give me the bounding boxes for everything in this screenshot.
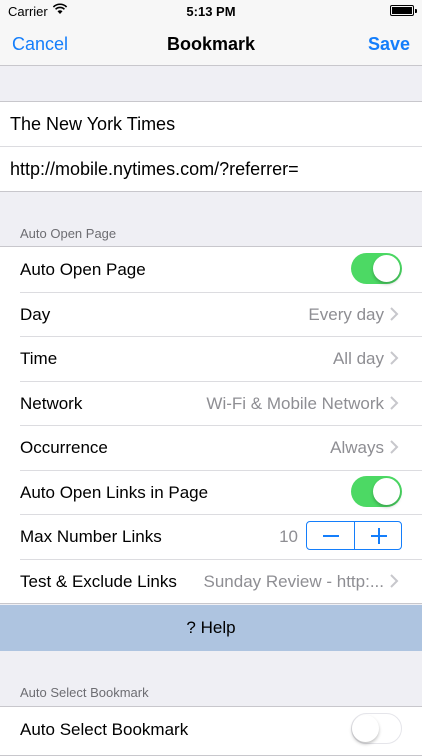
row-label: Auto Select Bookmark (20, 720, 189, 739)
row-label: Test & Exclude Links (20, 571, 177, 591)
row-value: Wi-Fi & Mobile Network (206, 393, 384, 413)
section-header-auto-open: Auto Open Page (20, 226, 117, 241)
row-network[interactable]: Network Wi-Fi & Mobile Network (0, 380, 422, 426)
chevron-right-icon (388, 438, 402, 456)
auto-open-links-toggle[interactable] (351, 475, 402, 507)
row-value: Always (330, 438, 384, 457)
row-label: Auto Open Links in Page (20, 482, 209, 502)
minus-icon (323, 535, 339, 537)
stepper-increment-button[interactable] (353, 522, 402, 549)
auto-open-settings: Auto Open Page Day Every day Time All da… (0, 246, 422, 604)
help-button[interactable]: ? Help (0, 605, 422, 651)
bookmark-url-field[interactable]: http://mobile.nytimes.com/?referrer= (0, 146, 422, 191)
chevron-right-icon (388, 349, 402, 367)
bookmark-url-value: http://mobile.nytimes.com/?referrer= (10, 159, 299, 179)
status-bar: Carrier 5:13 PM (0, 0, 422, 22)
section-header-auto-select: Auto Select Bookmark (20, 685, 149, 700)
save-button[interactable]: Save (368, 34, 410, 55)
chevron-right-icon (388, 305, 402, 323)
row-value: All day (332, 349, 384, 368)
stepper-decrement-button[interactable] (307, 522, 354, 549)
auto-open-page-toggle[interactable] (351, 253, 402, 284)
max-links-stepper[interactable] (306, 521, 402, 550)
row-day[interactable]: Day Every day (0, 291, 422, 337)
plus-icon (370, 528, 387, 544)
row-test-exclude-links[interactable]: Test & Exclude Links Sunday Review - htt… (0, 558, 422, 604)
max-links-count: 10 (279, 527, 298, 546)
auto-select-bookmark-toggle[interactable] (351, 713, 402, 744)
row-label: Network (20, 393, 83, 413)
row-label: Time (20, 349, 58, 368)
bookmark-name-value: The New York Times (10, 114, 176, 134)
auto-select-settings: Auto Select Bookmark (0, 706, 422, 756)
row-auto-open-page: Auto Open Page (0, 247, 422, 292)
row-auto-select-bookmark: Auto Select Bookmark (0, 707, 422, 752)
row-label: Occurrence (20, 438, 108, 457)
row-occurrence[interactable]: Occurrence Always (0, 425, 422, 470)
page-title: Bookmark (166, 34, 256, 54)
chevron-right-icon (388, 572, 402, 590)
row-label: Auto Open Page (20, 260, 146, 279)
status-time: 5:13 PM (186, 4, 236, 19)
row-value: Every day (308, 304, 384, 324)
row-label: Max Number Links (20, 527, 162, 546)
bookmark-name-field[interactable]: The New York Times (0, 102, 422, 146)
navigation-bar: Cancel Bookmark Save (0, 22, 422, 66)
bookmark-fields: The New York Times http://mobile.nytimes… (0, 101, 422, 192)
row-auto-open-links: Auto Open Links in Page (0, 469, 422, 515)
chevron-right-icon (388, 394, 402, 412)
battery-icon (390, 5, 417, 16)
row-time[interactable]: Time All day (0, 336, 422, 381)
row-label: Day (20, 304, 51, 324)
row-max-number-links: Max Number Links 10 (0, 514, 422, 559)
row-value: Sunday Review - http:... (203, 571, 384, 591)
